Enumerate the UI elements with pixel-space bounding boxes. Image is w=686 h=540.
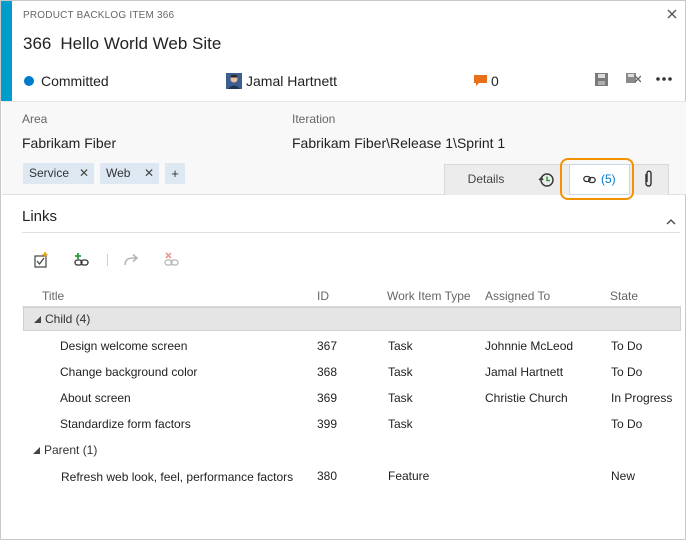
link-type: Task <box>388 417 413 431</box>
link-type: Task <box>388 391 413 405</box>
link-id: 368 <box>317 365 338 379</box>
chevron-up-icon[interactable] <box>666 218 676 225</box>
iteration-field[interactable]: Fabrikam Fiber\Release 1\Sprint 1 <box>292 135 505 151</box>
work-item-type-label: PRODUCT BACKLOG ITEM 366 <box>23 10 175 21</box>
section-divider <box>22 232 680 233</box>
group-label: Child (4) <box>45 312 91 326</box>
link-state: To Do <box>611 339 643 353</box>
delete-link-icon[interactable] <box>163 251 181 269</box>
comment-icon[interactable] <box>474 75 487 86</box>
open-link-icon[interactable] <box>122 251 140 269</box>
links-section-title: Links <box>22 208 58 225</box>
comment-count[interactable]: 0 <box>491 73 499 89</box>
link-assigned-to: Christie Church <box>485 391 568 405</box>
link-state: To Do <box>611 417 643 431</box>
work-item-title[interactable]: Hello World Web Site <box>60 34 221 53</box>
link-title[interactable]: Change background color <box>60 365 197 379</box>
links-tab-callout <box>560 158 634 200</box>
link-title[interactable]: About screen <box>60 391 131 405</box>
save-and-close-icon[interactable] <box>626 71 641 86</box>
column-header-work-item-type[interactable]: Work Item Type <box>387 289 471 303</box>
new-linked-work-item-icon[interactable] <box>32 251 50 269</box>
link-assigned-to: Johnnie McLeod <box>485 339 574 353</box>
link-id: 367 <box>317 339 338 353</box>
link-id: 399 <box>317 417 338 431</box>
work-item-title-row[interactable]: 366 Hello World Web Site <box>23 34 221 54</box>
collapse-triangle-icon[interactable] <box>34 316 41 323</box>
tag-remove-icon[interactable]: ✕ <box>144 163 154 184</box>
column-header-id[interactable]: ID <box>317 289 329 303</box>
attachment-icon[interactable] <box>642 170 654 188</box>
work-item-form: PRODUCT BACKLOG ITEM 366 366 Hello World … <box>0 0 686 540</box>
close-icon[interactable] <box>665 7 679 21</box>
group-label: Parent (1) <box>44 443 98 457</box>
tag-label: Web <box>106 166 131 180</box>
tag-web[interactable]: Web ✕ <box>100 163 159 184</box>
link-state: To Do <box>611 365 643 379</box>
iteration-label: Iteration <box>292 112 336 126</box>
more-actions-icon[interactable] <box>655 75 673 83</box>
state-indicator-icon <box>24 76 34 86</box>
link-type: Task <box>388 365 413 379</box>
link-type: Feature <box>388 469 430 483</box>
tag-service[interactable]: Service ✕ <box>23 163 94 184</box>
collapse-triangle-icon[interactable] <box>33 447 40 454</box>
link-title[interactable]: Standardize form factors <box>60 417 191 431</box>
group-row-parent[interactable]: Parent (1) <box>23 439 681 463</box>
add-existing-link-icon[interactable] <box>73 251 91 269</box>
add-tag-button[interactable]: + <box>165 163 185 184</box>
link-id: 380 <box>317 469 338 483</box>
state-field[interactable]: Committed <box>41 73 109 89</box>
area-field[interactable]: Fabrikam Fiber <box>22 135 116 151</box>
link-id: 369 <box>317 391 338 405</box>
area-label: Area <box>22 112 48 126</box>
work-item-id: 366 <box>23 34 52 53</box>
link-state: In Progress <box>611 391 673 405</box>
link-state: New <box>611 469 636 483</box>
tag-label: Service <box>29 166 70 180</box>
group-row-child[interactable]: Child (4) <box>23 307 681 331</box>
work-item-color-bar <box>1 1 12 101</box>
avatar <box>226 73 242 89</box>
link-type: Task <box>388 339 413 353</box>
link-title[interactable]: Design welcome screen <box>60 339 187 353</box>
link-assigned-to: Jamal Hartnett <box>485 365 564 379</box>
save-icon[interactable] <box>595 73 608 86</box>
assigned-to-field[interactable]: Jamal Hartnett <box>246 73 337 89</box>
tab-details[interactable]: Details <box>444 164 528 195</box>
link-title[interactable]: Refresh web look, feel, performance fact… <box>61 470 293 484</box>
column-header-title[interactable]: Title <box>42 289 64 303</box>
tag-remove-icon[interactable]: ✕ <box>79 163 89 184</box>
column-header-assigned-to[interactable]: Assigned To <box>485 289 550 303</box>
column-header-state[interactable]: State <box>610 289 638 303</box>
toolbar-separator <box>107 254 108 266</box>
history-icon[interactable] <box>537 171 555 189</box>
